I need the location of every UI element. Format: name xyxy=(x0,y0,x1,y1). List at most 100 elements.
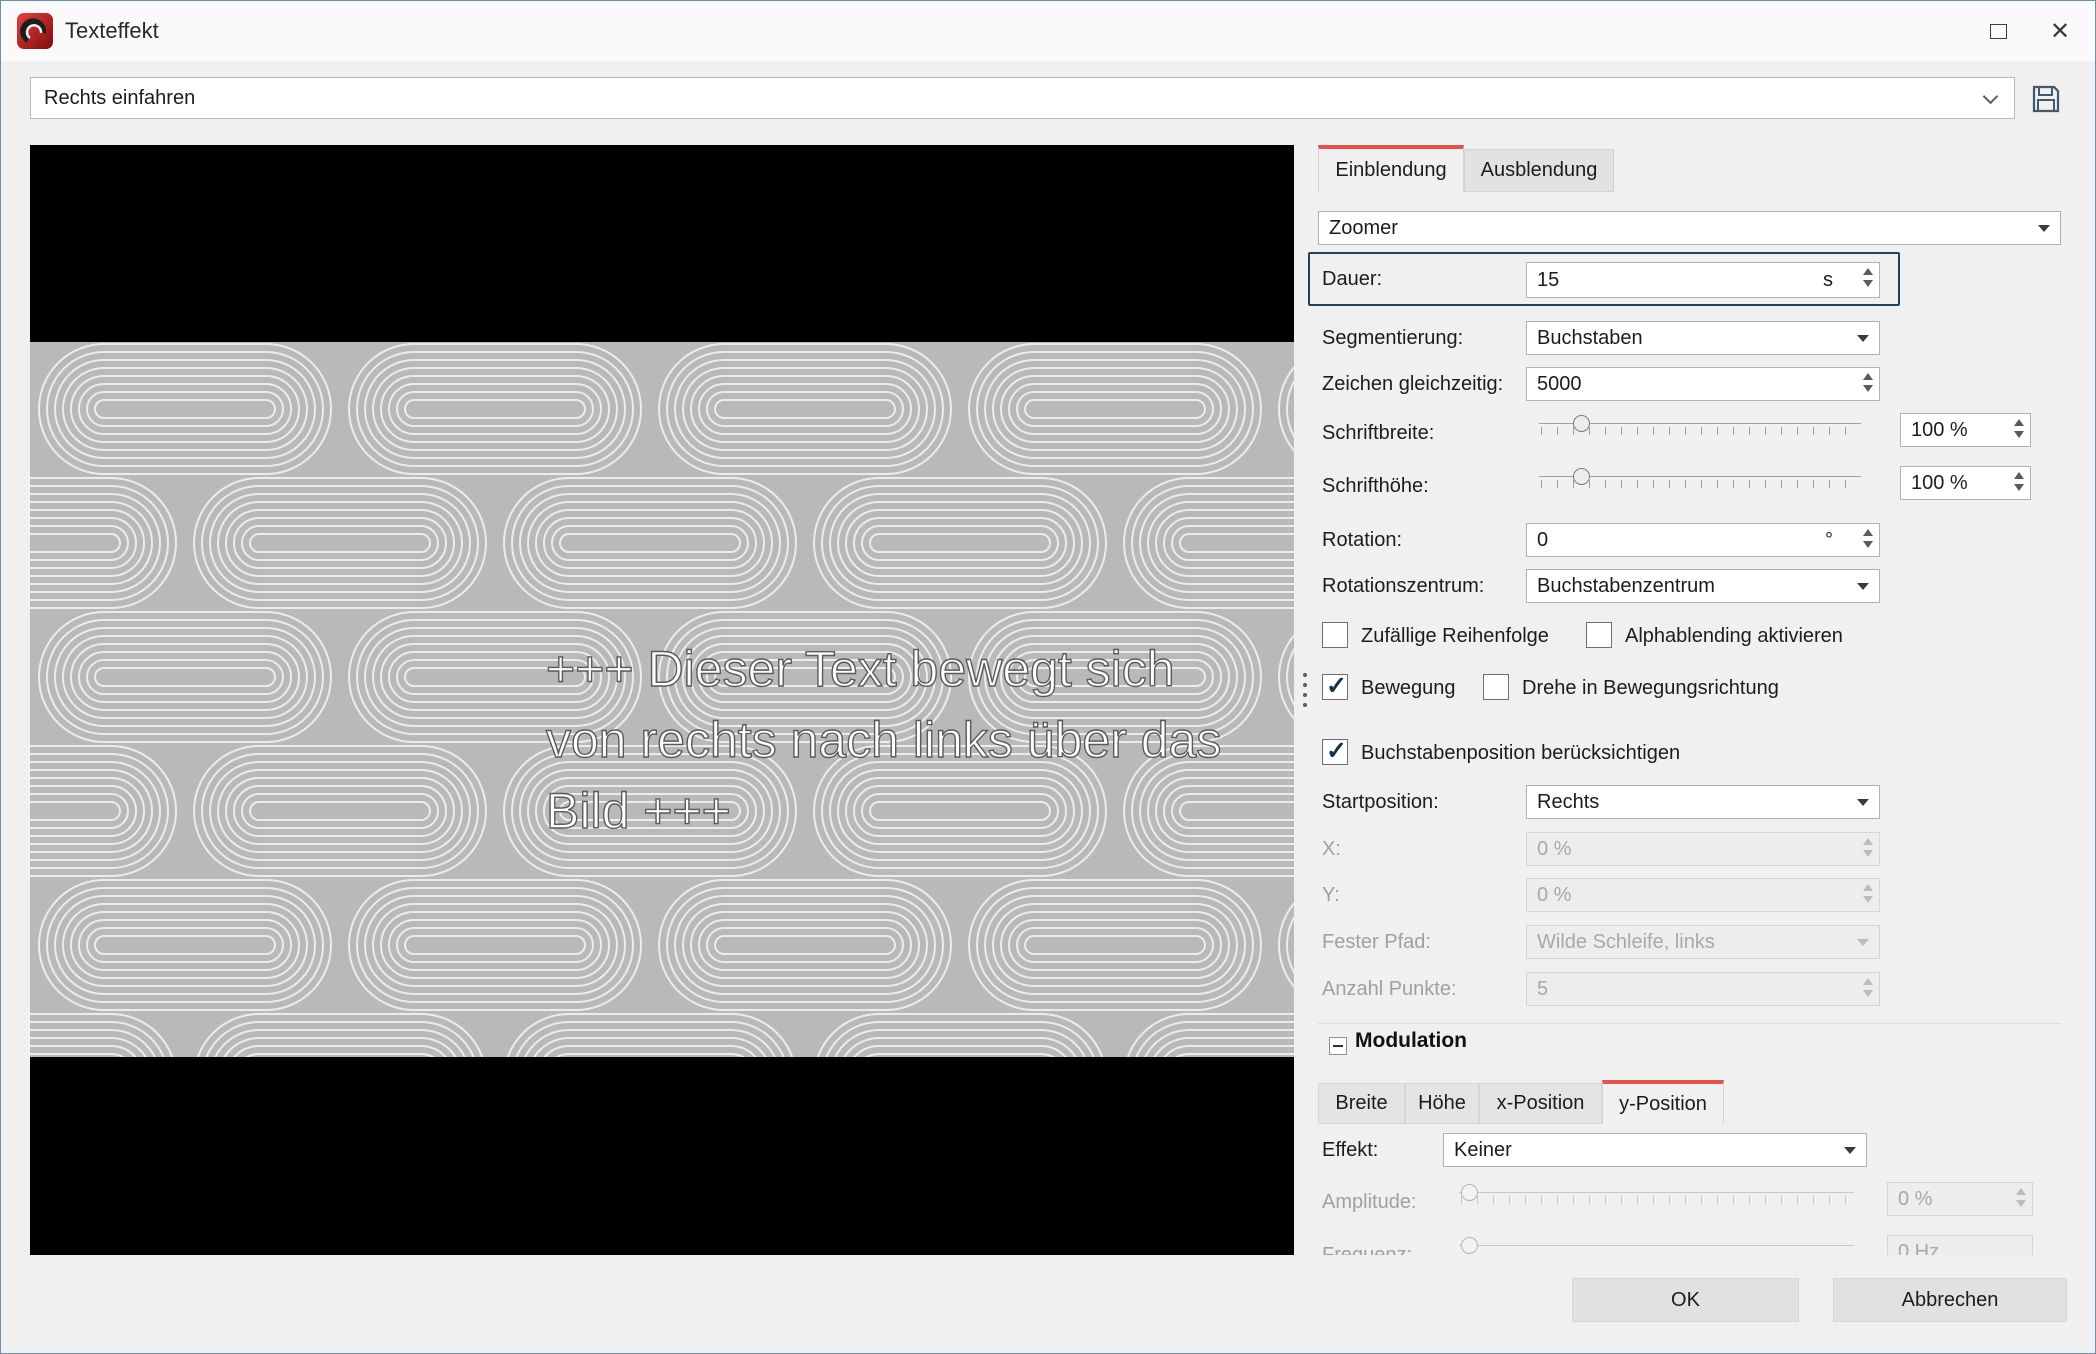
movement-checkbox[interactable] xyxy=(1322,671,1348,701)
font-width-slider[interactable] xyxy=(1539,413,1861,441)
maximize-button[interactable] xyxy=(1969,1,2027,61)
font-height-input[interactable]: 100 % xyxy=(1900,466,2031,500)
chevron-down-icon xyxy=(2038,225,2050,232)
tab-ausblendung-label: Ausblendung xyxy=(1480,159,1598,181)
start-position-value: Rechts xyxy=(1537,790,1600,813)
title-bar[interactable]: Texteffekt ✕ xyxy=(1,1,2095,61)
alphablending-label: Alphablending aktivieren xyxy=(1625,625,1843,647)
chars-simultaneous-input[interactable]: 5000 xyxy=(1526,367,1880,401)
frequency-input: 0 Hz xyxy=(1887,1235,2033,1255)
amplitude-value: 0 % xyxy=(1898,1187,1933,1210)
close-icon: ✕ xyxy=(2049,17,2071,45)
tab-ausblendung[interactable]: Ausblendung xyxy=(1464,149,1614,192)
start-position-select[interactable]: Rechts xyxy=(1526,785,1880,819)
chars-simultaneous-spinner[interactable] xyxy=(1863,373,1873,392)
segmentation-label: Segmentierung: xyxy=(1322,327,1464,349)
preview-canvas: +++ Dieser Text bewegt sich von rechts n… xyxy=(30,145,1294,1255)
point-count-label: Anzahl Punkte: xyxy=(1322,978,1457,1000)
effect-select-value: Zoomer xyxy=(1329,216,1398,239)
font-width-input[interactable]: 100 % xyxy=(1900,413,2031,447)
rotate-with-movement-checkbox[interactable] xyxy=(1483,674,1509,700)
modulation-tab-hoehe[interactable]: Höhe xyxy=(1405,1083,1479,1124)
chars-simultaneous-label: Zeichen gleichzeitig: xyxy=(1322,373,1504,395)
font-height-slider[interactable] xyxy=(1539,466,1861,494)
slider-thumb xyxy=(1461,1184,1478,1201)
point-count-input: 5 xyxy=(1526,972,1880,1006)
movement-label: Bewegung xyxy=(1361,677,1456,699)
y-label: Y: xyxy=(1322,884,1340,906)
chevron-down-icon xyxy=(1857,939,1869,946)
caption-line-3: Bild +++ xyxy=(545,782,731,839)
duration-input[interactable]: 15 s xyxy=(1526,262,1880,298)
letter-position-checkbox[interactable] xyxy=(1322,736,1348,766)
modulation-tab-x-position[interactable]: x-Position xyxy=(1479,1083,1602,1124)
amplitude-input: 0 % xyxy=(1887,1182,2033,1216)
chevron-down-icon xyxy=(1982,88,1999,105)
tab-einblendung[interactable]: Einblendung xyxy=(1318,145,1464,192)
slider-thumb xyxy=(1461,1237,1478,1254)
chevron-down-icon xyxy=(1857,583,1869,590)
rotation-unit: ° xyxy=(1825,528,1833,551)
collapse-section-icon[interactable] xyxy=(1329,1037,1347,1055)
rotation-spinner[interactable] xyxy=(1863,529,1873,548)
x-label: X: xyxy=(1322,838,1341,860)
segmentation-select[interactable]: Buchstaben xyxy=(1526,321,1880,355)
x-value: 0 % xyxy=(1537,837,1572,860)
preset-value: Rechts einfahren xyxy=(44,86,196,109)
splitter-grip[interactable] xyxy=(1301,673,1309,707)
frequency-value: 0 Hz xyxy=(1898,1240,1940,1256)
random-order-checkbox[interactable] xyxy=(1322,622,1348,648)
slider-thumb[interactable] xyxy=(1572,468,1590,485)
ok-button[interactable]: OK xyxy=(1572,1278,1799,1322)
font-height-label: Schrifthöhe: xyxy=(1322,475,1429,497)
x-spinner xyxy=(1863,838,1873,857)
font-width-spinner[interactable] xyxy=(2014,419,2024,438)
alphablending-checkbox[interactable] xyxy=(1586,622,1612,648)
slider-thumb[interactable] xyxy=(1572,415,1590,432)
x-input: 0 % xyxy=(1526,832,1880,866)
cancel-button[interactable]: Abbrechen xyxy=(1833,1278,2067,1322)
font-height-value: 100 % xyxy=(1911,471,1968,494)
rotation-center-label: Rotationszentrum: xyxy=(1322,575,1485,597)
tab-einblendung-label: Einblendung xyxy=(1335,159,1447,181)
dialog-content: Texteffekt ✕ Rechts einfahren +++ Dieser… xyxy=(1,1,2095,1255)
modulation-effect-select[interactable]: Keiner xyxy=(1443,1133,1867,1167)
duration-spinner[interactable] xyxy=(1863,268,1873,287)
floppy-save-icon xyxy=(2032,85,2060,113)
slider-track xyxy=(1459,1245,1854,1246)
modulation-tab-y-position[interactable]: y-Position xyxy=(1602,1080,1724,1124)
chars-simultaneous-value: 5000 xyxy=(1537,372,1582,395)
fixed-path-value: Wilde Schleife, links xyxy=(1537,930,1715,953)
frequency-label: Frequenz: xyxy=(1322,1244,1413,1255)
font-width-value: 100 % xyxy=(1911,418,1968,441)
modulation-tab-x-label: x-Position xyxy=(1496,1092,1585,1114)
rotation-input[interactable]: 0 ° xyxy=(1526,523,1880,557)
y-input: 0 % xyxy=(1526,878,1880,912)
frequency-slider xyxy=(1459,1235,1854,1255)
font-height-spinner[interactable] xyxy=(2014,472,2024,491)
effect-select[interactable]: Zoomer xyxy=(1318,211,2061,245)
section-separator xyxy=(1318,1023,2061,1024)
segmentation-value: Buchstaben xyxy=(1537,326,1643,349)
rotate-with-movement-label: Drehe in Bewegungsrichtung xyxy=(1522,677,1779,699)
modulation-tab-breite[interactable]: Breite xyxy=(1318,1083,1405,1124)
preview-caption: +++ Dieser Text bewegt sich von rechts n… xyxy=(545,634,1286,847)
fixed-path-label: Fester Pfad: xyxy=(1322,931,1431,953)
rotation-center-select[interactable]: Buchstabenzentrum xyxy=(1526,569,1880,603)
y-spinner xyxy=(1863,884,1873,903)
save-button[interactable] xyxy=(2025,79,2067,119)
modulation-effect-value: Keiner xyxy=(1454,1138,1512,1161)
chevron-down-icon xyxy=(1857,335,1869,342)
letter-position-label: Buchstabenposition berücksichtigen xyxy=(1361,742,1681,764)
rotation-value: 0 xyxy=(1537,528,1549,551)
close-button[interactable]: ✕ xyxy=(2031,1,2089,61)
start-position-label: Startposition: xyxy=(1322,791,1439,813)
slider-track xyxy=(1459,1192,1854,1193)
maximize-icon xyxy=(1989,23,2007,39)
slider-ticks xyxy=(1541,427,1861,435)
modulation-tab-breite-label: Breite xyxy=(1335,1092,1388,1114)
font-width-label: Schriftbreite: xyxy=(1322,422,1435,444)
duration-unit: s xyxy=(1823,268,1833,291)
amplitude-label: Amplitude: xyxy=(1322,1191,1417,1213)
preset-combobox[interactable]: Rechts einfahren xyxy=(30,77,2015,119)
